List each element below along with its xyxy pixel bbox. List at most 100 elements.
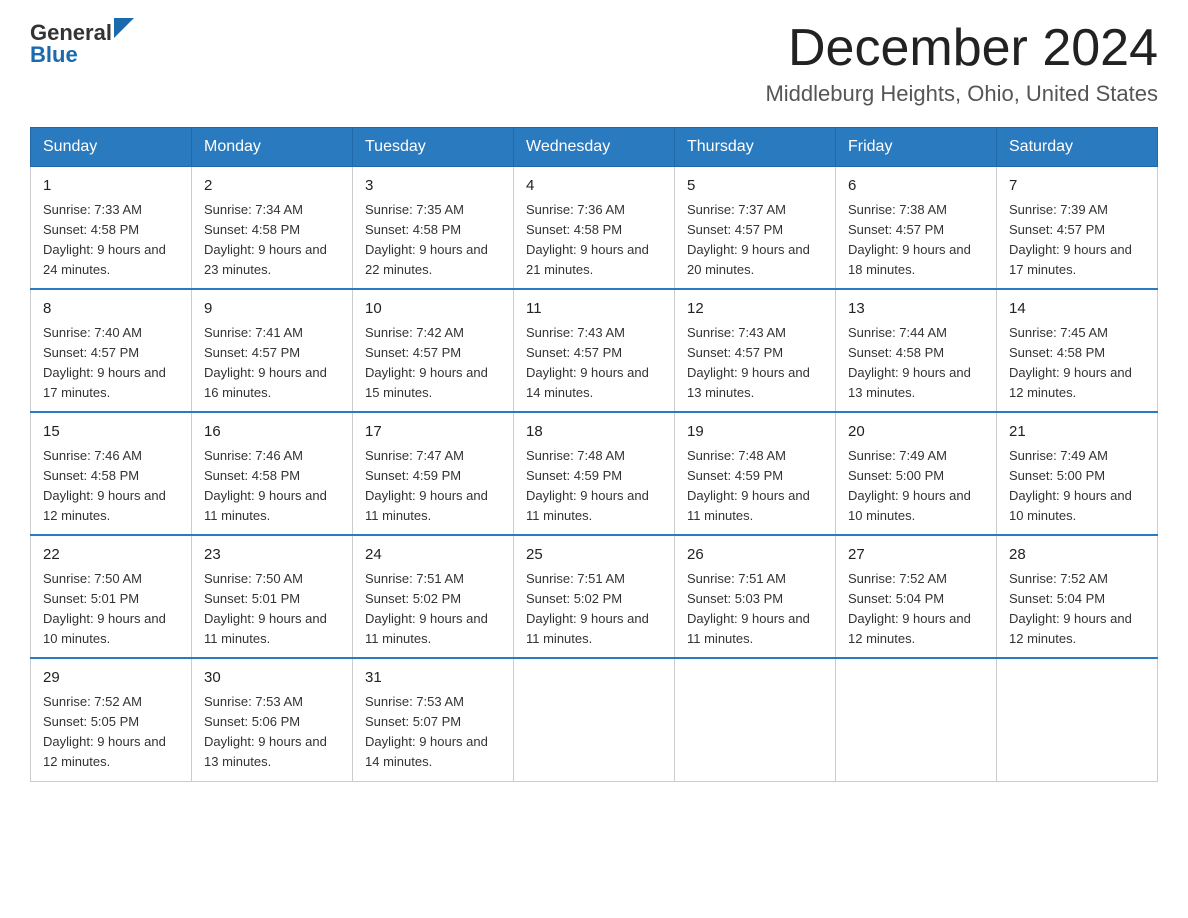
calendar-week-2: 8Sunrise: 7:40 AMSunset: 4:57 PMDaylight… [31,289,1158,412]
day-info: Sunrise: 7:51 AMSunset: 5:02 PMDaylight:… [365,569,501,650]
header-tuesday: Tuesday [353,128,514,167]
table-row: 22Sunrise: 7:50 AMSunset: 5:01 PMDayligh… [31,535,192,658]
day-number: 18 [526,421,662,444]
day-number: 16 [204,421,340,444]
table-row: 23Sunrise: 7:50 AMSunset: 5:01 PMDayligh… [192,535,353,658]
table-row: 26Sunrise: 7:51 AMSunset: 5:03 PMDayligh… [675,535,836,658]
day-number: 5 [687,175,823,198]
table-row [675,658,836,781]
day-number: 2 [204,175,340,198]
day-info: Sunrise: 7:40 AMSunset: 4:57 PMDaylight:… [43,323,179,404]
logo-blue-text: Blue [30,42,78,68]
table-row: 27Sunrise: 7:52 AMSunset: 5:04 PMDayligh… [836,535,997,658]
day-number: 14 [1009,298,1145,321]
table-row: 24Sunrise: 7:51 AMSunset: 5:02 PMDayligh… [353,535,514,658]
table-row: 3Sunrise: 7:35 AMSunset: 4:58 PMDaylight… [353,167,514,290]
day-info: Sunrise: 7:43 AMSunset: 4:57 PMDaylight:… [526,323,662,404]
day-number: 3 [365,175,501,198]
table-row: 20Sunrise: 7:49 AMSunset: 5:00 PMDayligh… [836,412,997,535]
day-number: 6 [848,175,984,198]
table-row: 6Sunrise: 7:38 AMSunset: 4:57 PMDaylight… [836,167,997,290]
day-number: 11 [526,298,662,321]
table-row: 8Sunrise: 7:40 AMSunset: 4:57 PMDaylight… [31,289,192,412]
table-row: 13Sunrise: 7:44 AMSunset: 4:58 PMDayligh… [836,289,997,412]
table-row: 30Sunrise: 7:53 AMSunset: 5:06 PMDayligh… [192,658,353,781]
day-info: Sunrise: 7:49 AMSunset: 5:00 PMDaylight:… [848,446,984,527]
day-info: Sunrise: 7:37 AMSunset: 4:57 PMDaylight:… [687,200,823,281]
day-number: 27 [848,544,984,567]
day-number: 4 [526,175,662,198]
title-area: December 2024 Middleburg Heights, Ohio, … [765,20,1158,107]
table-row [997,658,1158,781]
day-info: Sunrise: 7:45 AMSunset: 4:58 PMDaylight:… [1009,323,1145,404]
table-row: 15Sunrise: 7:46 AMSunset: 4:58 PMDayligh… [31,412,192,535]
day-number: 31 [365,667,501,690]
calendar-week-4: 22 Sunrise: 7:50 AMSunset: 5:01 PMDayligh… [31,535,1158,658]
table-row: 31Sunrise: 7:53 AMSunset: 5:07 PMDayligh… [353,658,514,781]
day-info: Sunrise: 7:52 AMSunset: 5:04 PMDaylight:… [1009,569,1145,650]
day-info: Sunrise: 7:51 AMSunset: 5:03 PMDaylight:… [687,569,823,650]
table-row: 18Sunrise: 7:48 AMSunset: 4:59 PMDayligh… [514,412,675,535]
table-row: 4Sunrise: 7:36 AMSunset: 4:58 PMDaylight… [514,167,675,290]
calendar-week-3: 15Sunrise: 7:46 AMSunset: 4:58 PMDayligh… [31,412,1158,535]
day-info: Sunrise: 7:52 AMSunset: 5:05 PMDaylight:… [43,692,179,773]
header-monday: Monday [192,128,353,167]
day-info: Sunrise: 7:50 AMSunset: 5:01 PMDaylight:… [204,569,340,650]
table-row: 5Sunrise: 7:37 AMSunset: 4:57 PMDaylight… [675,167,836,290]
day-info: Sunrise: 7:35 AMSunset: 4:58 PMDaylight:… [365,200,501,281]
calendar-week-5: 29Sunrise: 7:52 AMSunset: 5:05 PMDayligh… [31,658,1158,781]
day-info: Sunrise: 7:34 AMSunset: 4:58 PMDaylight:… [204,200,340,281]
day-info: Sunrise: 7:38 AMSunset: 4:57 PMDaylight:… [848,200,984,281]
table-row: 16Sunrise: 7:46 AMSunset: 4:58 PMDayligh… [192,412,353,535]
table-row: 25Sunrise: 7:51 AMSunset: 5:02 PMDayligh… [514,535,675,658]
day-info: Sunrise: 7:48 AMSunset: 4:59 PMDaylight:… [526,446,662,527]
weekday-header-row: Sunday Monday Tuesday Wednesday Thursday… [31,128,1158,167]
day-number: 24 [365,544,501,567]
day-number: 1 [43,175,179,198]
day-number: 28 [1009,544,1145,567]
day-number: 7 [1009,175,1145,198]
table-row: 29Sunrise: 7:52 AMSunset: 5:05 PMDayligh… [31,658,192,781]
header-friday: Friday [836,128,997,167]
day-info: Sunrise: 7:46 AMSunset: 4:58 PMDaylight:… [204,446,340,527]
table-row: 19Sunrise: 7:48 AMSunset: 4:59 PMDayligh… [675,412,836,535]
day-number: 12 [687,298,823,321]
day-number: 10 [365,298,501,321]
day-info: Sunrise: 7:46 AMSunset: 4:58 PMDaylight:… [43,446,179,527]
logo: General Blue [30,20,134,68]
day-number: 22 [43,544,179,567]
day-number: 29 [43,667,179,690]
table-row: 21Sunrise: 7:49 AMSunset: 5:00 PMDayligh… [997,412,1158,535]
day-info: Sunrise: 7:33 AMSunset: 4:58 PMDaylight:… [43,200,179,281]
table-row [836,658,997,781]
header-sunday: Sunday [31,128,192,167]
table-row: 12Sunrise: 7:43 AMSunset: 4:57 PMDayligh… [675,289,836,412]
day-info: Sunrise: 7:39 AMSunset: 4:57 PMDaylight:… [1009,200,1145,281]
table-row: 2Sunrise: 7:34 AMSunset: 4:58 PMDaylight… [192,167,353,290]
header-saturday: Saturday [997,128,1158,167]
location-subtitle: Middleburg Heights, Ohio, United States [765,81,1158,107]
calendar-week-1: 1Sunrise: 7:33 AMSunset: 4:58 PMDaylight… [31,167,1158,290]
calendar-table: Sunday Monday Tuesday Wednesday Thursday… [30,127,1158,781]
day-info: Sunrise: 7:51 AMSunset: 5:02 PMDaylight:… [526,569,662,650]
table-row: 10Sunrise: 7:42 AMSunset: 4:57 PMDayligh… [353,289,514,412]
day-info: Sunrise: 7:43 AMSunset: 4:57 PMDaylight:… [687,323,823,404]
logo-triangle-icon [114,18,134,38]
day-info: Sunrise: 7:47 AMSunset: 4:59 PMDaylight:… [365,446,501,527]
table-row: 1Sunrise: 7:33 AMSunset: 4:58 PMDaylight… [31,167,192,290]
table-row: 14Sunrise: 7:45 AMSunset: 4:58 PMDayligh… [997,289,1158,412]
day-info: Sunrise: 7:53 AMSunset: 5:07 PMDaylight:… [365,692,501,773]
day-number: 23 [204,544,340,567]
page-header: General Blue December 2024 Middleburg He… [30,20,1158,107]
day-number: 26 [687,544,823,567]
table-row: 9Sunrise: 7:41 AMSunset: 4:57 PMDaylight… [192,289,353,412]
table-row: 17Sunrise: 7:47 AMSunset: 4:59 PMDayligh… [353,412,514,535]
day-info: Sunrise: 7:36 AMSunset: 4:58 PMDaylight:… [526,200,662,281]
day-info: Sunrise: 7:44 AMSunset: 4:58 PMDaylight:… [848,323,984,404]
table-row: 7Sunrise: 7:39 AMSunset: 4:57 PMDaylight… [997,167,1158,290]
month-year-title: December 2024 [765,20,1158,77]
table-row: 11Sunrise: 7:43 AMSunset: 4:57 PMDayligh… [514,289,675,412]
day-number: 8 [43,298,179,321]
day-info: Sunrise: 7:41 AMSunset: 4:57 PMDaylight:… [204,323,340,404]
day-info: Sunrise: 7:52 AMSunset: 5:04 PMDaylight:… [848,569,984,650]
